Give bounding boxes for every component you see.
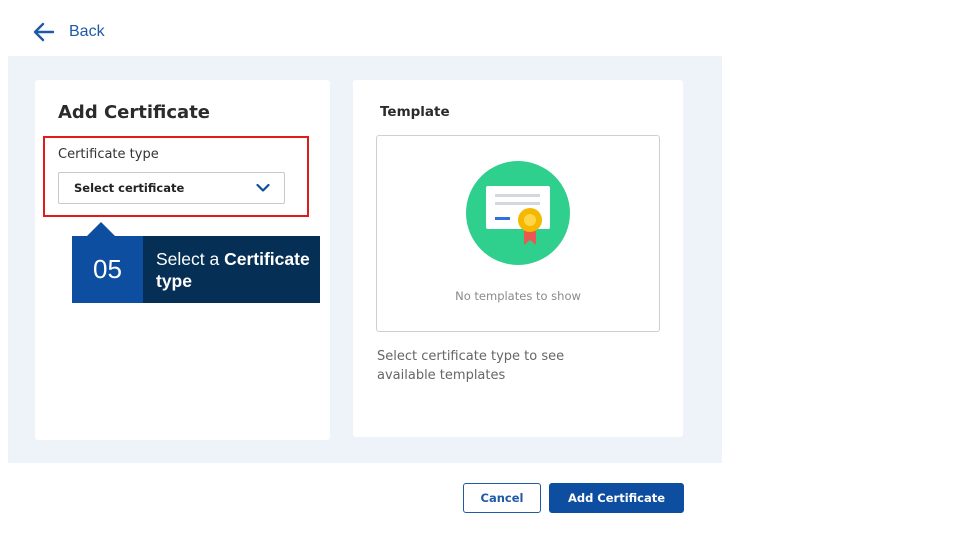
tutorial-highlight-box bbox=[43, 136, 309, 217]
back-label: Back bbox=[69, 23, 105, 40]
callout-pointer bbox=[86, 222, 116, 237]
step-instruction: Select a Certificate type bbox=[143, 236, 320, 303]
form-title: Add Certificate bbox=[58, 102, 211, 123]
template-title: Template bbox=[380, 104, 450, 120]
no-templates-text: No templates to show bbox=[455, 289, 581, 303]
certificate-illustration-icon bbox=[466, 161, 570, 265]
step-text-prefix: Select a bbox=[156, 249, 225, 269]
tutorial-callout: 05 Select a Certificate type bbox=[72, 236, 320, 303]
back-link[interactable]: Back bbox=[33, 21, 105, 43]
cancel-button[interactable]: Cancel bbox=[463, 483, 541, 513]
arrow-left-icon bbox=[33, 22, 55, 42]
add-certificate-button[interactable]: Add Certificate bbox=[549, 483, 684, 513]
template-help-text: Select certificate type to see available… bbox=[377, 349, 565, 383]
step-number: 05 bbox=[72, 236, 143, 303]
